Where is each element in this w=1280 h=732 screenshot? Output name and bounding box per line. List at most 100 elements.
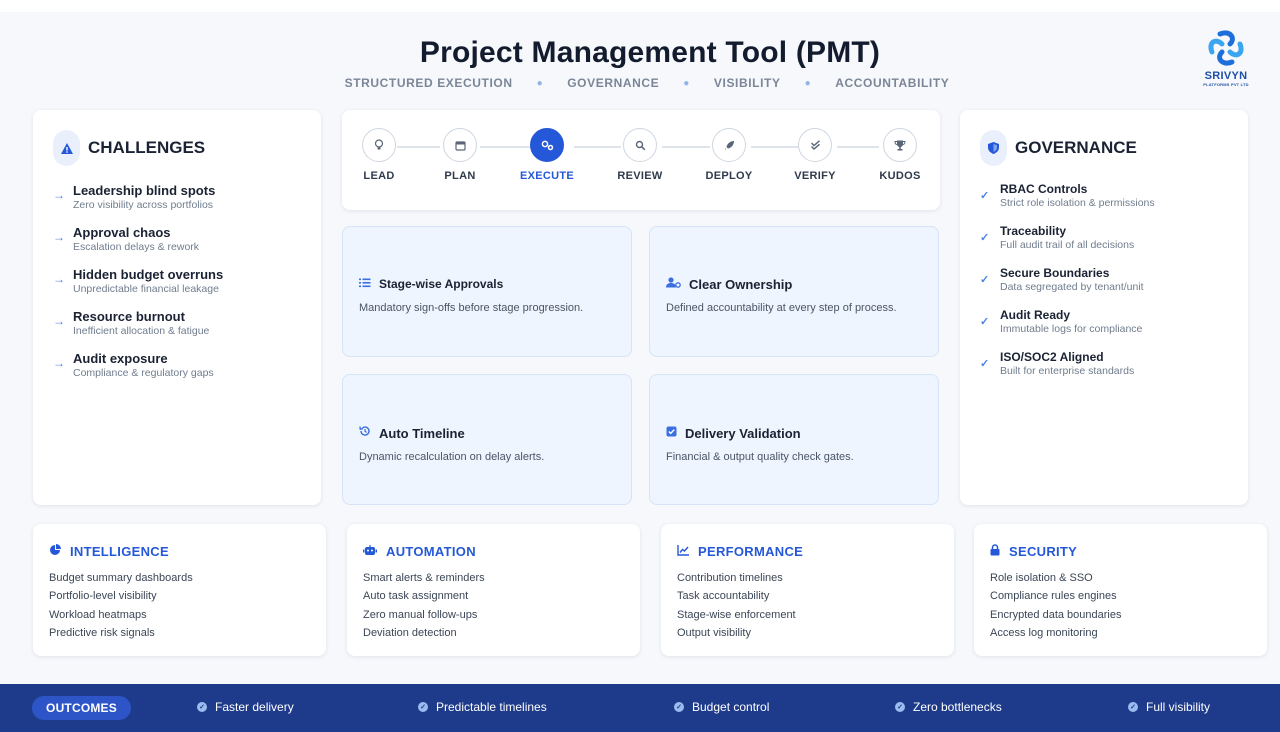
step-label: KUDOS bbox=[879, 170, 921, 182]
step-label: DEPLOY bbox=[705, 170, 753, 182]
list-check-icon bbox=[359, 275, 371, 293]
robot-icon bbox=[363, 544, 377, 559]
step-deploy[interactable]: DEPLOY bbox=[689, 128, 769, 182]
challenge-item: → Leadership blind spots Zero visibility … bbox=[53, 183, 301, 211]
check-icon: ✓ bbox=[980, 316, 990, 328]
governance-sub: Data segregated by tenant/unit bbox=[1000, 281, 1144, 293]
outcomes-badge: OUTCOMES bbox=[32, 696, 131, 720]
capability-item: Output visibility bbox=[677, 626, 751, 639]
capability-item: Auto task assignment bbox=[363, 590, 469, 603]
pillar: GOVERNANCE bbox=[567, 76, 660, 90]
feature-tile: Delivery Validation Financial & output q… bbox=[649, 374, 939, 505]
feature-title: Delivery Validation bbox=[685, 425, 801, 441]
logo-subtitle: PLATFORMS PVT LTD bbox=[1203, 82, 1249, 87]
governance-item: ✓ Traceability Full audit trail of all de… bbox=[980, 224, 1228, 251]
check-circle-icon: ✓ bbox=[418, 702, 428, 712]
capability-item: Stage-wise enforcement bbox=[677, 608, 796, 621]
capability-card-intelligence: INTELLIGENCE Budget summary dashboards P… bbox=[33, 524, 326, 656]
pillar: ACCOUNTABILITY bbox=[835, 76, 950, 90]
capability-title: PERFORMANCE bbox=[698, 544, 804, 559]
line-chart-icon bbox=[677, 544, 689, 559]
step-label: VERIFY bbox=[794, 170, 836, 182]
capability-item: Budget summary dashboards bbox=[49, 572, 193, 584]
check-circle-icon: ✓ bbox=[895, 702, 905, 712]
separator-dot-icon: ● bbox=[804, 77, 812, 89]
capability-title: INTELLIGENCE bbox=[70, 544, 169, 559]
capability-item: Compliance rules engines bbox=[990, 590, 1117, 603]
challenge-label: Audit exposure bbox=[73, 351, 168, 366]
feature-tile: Clear Ownership Defined accountability a… bbox=[649, 226, 939, 357]
challenge-sub: Compliance & regulatory gaps bbox=[73, 367, 214, 379]
capability-item: Encrypted data boundaries bbox=[990, 608, 1122, 621]
challenge-label: Resource burnout bbox=[73, 309, 185, 324]
challenges-header: CHALLENGES bbox=[53, 130, 301, 166]
feature-tile: Stage-wise Approvals Mandatory sign-offs… bbox=[342, 226, 632, 357]
arrow-right-icon: → bbox=[53, 314, 65, 328]
logo-name: SRIVYN bbox=[1204, 70, 1248, 82]
double-check-icon bbox=[798, 128, 832, 162]
capability-card-automation: AUTOMATION Smart alerts & reminders Auto… bbox=[347, 524, 640, 656]
feature-desc: Dynamic recalculation on delay alerts. bbox=[359, 451, 545, 463]
governance-panel: GOVERNANCE ✓ RBAC Controls Strict role is… bbox=[960, 110, 1248, 505]
governance-label: ISO/SOC2 Aligned bbox=[1000, 350, 1104, 364]
governance-header: GOVERNANCE bbox=[980, 130, 1228, 166]
capability-card-security: SECURITY Role isolation & SSO Compliance… bbox=[974, 524, 1267, 656]
challenge-item: → Audit exposure Compliance & regulatory … bbox=[53, 351, 301, 379]
check-icon: ✓ bbox=[980, 190, 990, 202]
check-square-icon bbox=[666, 424, 677, 442]
pillar: STRUCTURED EXECUTION bbox=[344, 76, 513, 90]
calendar-icon bbox=[443, 128, 477, 162]
challenge-item: → Resource burnout Inefficient allocation… bbox=[53, 309, 301, 337]
challenge-label: Approval chaos bbox=[73, 225, 171, 240]
outcome-item: ✓ Zero bottlenecks bbox=[895, 700, 1002, 714]
governance-item: ✓ Secure Boundaries Data segregated by te… bbox=[980, 266, 1228, 293]
step-label: EXECUTE bbox=[519, 170, 575, 182]
step-verify[interactable]: VERIFY bbox=[775, 128, 855, 182]
outcome-item: ✓ Predictable timelines bbox=[418, 700, 547, 714]
separator-dot-icon: ● bbox=[683, 77, 690, 89]
lock-icon bbox=[990, 544, 1000, 559]
history-icon bbox=[359, 424, 371, 442]
trophy-icon bbox=[883, 128, 917, 162]
step-lead[interactable]: LEAD bbox=[339, 128, 419, 182]
capability-item: Portfolio-level visibility bbox=[49, 590, 157, 603]
check-circle-icon: ✓ bbox=[197, 702, 207, 712]
challenge-item: → Approval chaos Escalation delays & rewo… bbox=[53, 225, 301, 253]
governance-label: Audit Ready bbox=[1000, 308, 1071, 322]
governance-item: ✓ ISO/SOC2 Aligned Built for enterprise s… bbox=[980, 350, 1228, 377]
governance-label: Traceability bbox=[1000, 224, 1067, 238]
challenge-label: Leadership blind spots bbox=[73, 183, 216, 198]
pillars-row: STRUCTURED EXECUTION ● GOVERNANCE ● VISI… bbox=[0, 76, 1280, 90]
step-kudos[interactable]: KUDOS bbox=[860, 128, 940, 182]
governance-title: GOVERNANCE bbox=[1015, 138, 1137, 157]
gears-icon bbox=[530, 128, 564, 162]
step-execute[interactable]: EXECUTE bbox=[507, 128, 587, 182]
shield-icon bbox=[980, 130, 1007, 166]
feature-desc: Mandatory sign-offs before stage progres… bbox=[359, 302, 584, 314]
feature-title: Clear Ownership bbox=[689, 276, 793, 292]
challenge-item: → Hidden budget overruns Unpredictable fi… bbox=[53, 267, 301, 295]
step-review[interactable]: REVIEW bbox=[600, 128, 680, 182]
arrow-right-icon: → bbox=[53, 188, 65, 202]
step-label: REVIEW bbox=[617, 170, 663, 182]
outcome-label: Budget control bbox=[692, 700, 770, 714]
step-plan[interactable]: PLAN bbox=[420, 128, 500, 182]
arrow-right-icon: → bbox=[53, 230, 65, 244]
capability-item: Role isolation & SSO bbox=[990, 572, 1093, 584]
governance-label: RBAC Controls bbox=[1000, 182, 1088, 196]
logo-mark-icon bbox=[1208, 30, 1244, 66]
governance-sub: Built for enterprise standards bbox=[1000, 365, 1135, 377]
governance-sub: Full audit trail of all decisions bbox=[1000, 239, 1135, 251]
challenge-sub: Unpredictable financial leakage bbox=[73, 283, 219, 295]
process-stepper: LEAD PLAN EXECUTE REVIEW DEPLOY VERIFY K… bbox=[342, 110, 940, 210]
outcome-item: ✓ Full visibility bbox=[1128, 700, 1210, 714]
separator-dot-icon: ● bbox=[536, 77, 544, 89]
outcome-item: ✓ Budget control bbox=[674, 700, 769, 714]
outcomes-bar: OUTCOMES ✓ Faster delivery ✓ Predictable… bbox=[0, 684, 1280, 732]
outcome-label: Predictable timelines bbox=[436, 700, 547, 714]
user-gear-icon bbox=[666, 275, 681, 293]
top-strip bbox=[0, 0, 1280, 12]
check-circle-icon: ✓ bbox=[1128, 702, 1138, 712]
capability-item: Contribution timelines bbox=[677, 572, 783, 584]
capability-item: Access log monitoring bbox=[990, 626, 1098, 639]
